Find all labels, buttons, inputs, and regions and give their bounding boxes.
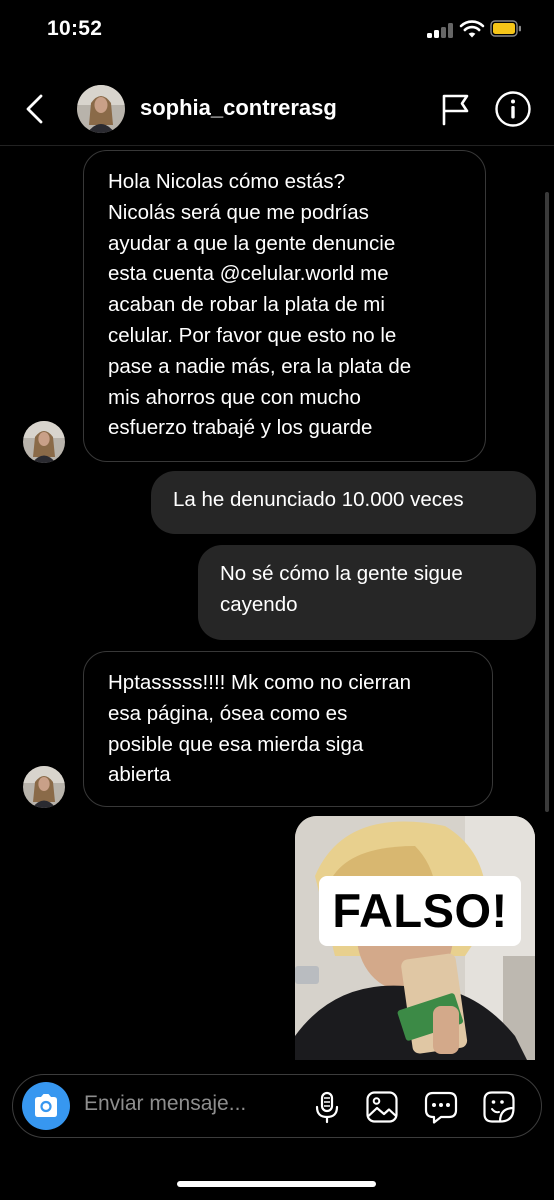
microphone-icon[interactable] (309, 1089, 345, 1125)
avatar[interactable] (77, 85, 125, 133)
message-bubble-outgoing[interactable]: No sé cómo la gente sigue cayendo (198, 545, 536, 640)
message-bubble-incoming[interactable]: Hola Nicolas cómo estás? Nicolás será qu… (83, 150, 486, 462)
battery-icon (490, 20, 521, 37)
chat-bubble-icon[interactable] (423, 1089, 459, 1125)
camera-button[interactable] (22, 1082, 70, 1130)
avatar[interactable] (23, 766, 65, 808)
flag-icon[interactable] (438, 90, 472, 128)
cellular-signal-icon (427, 22, 453, 38)
wifi-icon (459, 20, 485, 38)
chat-username[interactable]: sophia_contrerasg (140, 95, 337, 121)
message-bubble-incoming[interactable]: Hptasssss!!!! Mk como no cierran esa pág… (83, 651, 493, 807)
message-composer: Enviar mensaje... (12, 1074, 542, 1138)
photo-overlay-label: FALSO! (319, 876, 521, 946)
home-indicator[interactable] (177, 1181, 376, 1187)
message-thread[interactable]: Hola Nicolas cómo estás? Nicolás será qu… (0, 146, 554, 1060)
gallery-icon[interactable] (364, 1089, 400, 1125)
chat-header: sophia_contrerasg (0, 78, 554, 140)
chevron-left-icon[interactable] (22, 90, 48, 128)
scrollbar[interactable] (545, 192, 549, 812)
message-input[interactable]: Enviar mensaje... (84, 1092, 246, 1116)
sticker-icon[interactable] (481, 1089, 517, 1125)
message-photo[interactable]: FALSO! (295, 816, 535, 1060)
status-bar: 10:52 (0, 0, 554, 60)
info-icon[interactable] (494, 90, 532, 128)
avatar[interactable] (23, 421, 65, 463)
status-time: 10:52 (47, 17, 103, 40)
camera-icon (35, 1094, 57, 1117)
message-bubble-outgoing[interactable]: La he denunciado 10.000 veces (151, 471, 536, 534)
